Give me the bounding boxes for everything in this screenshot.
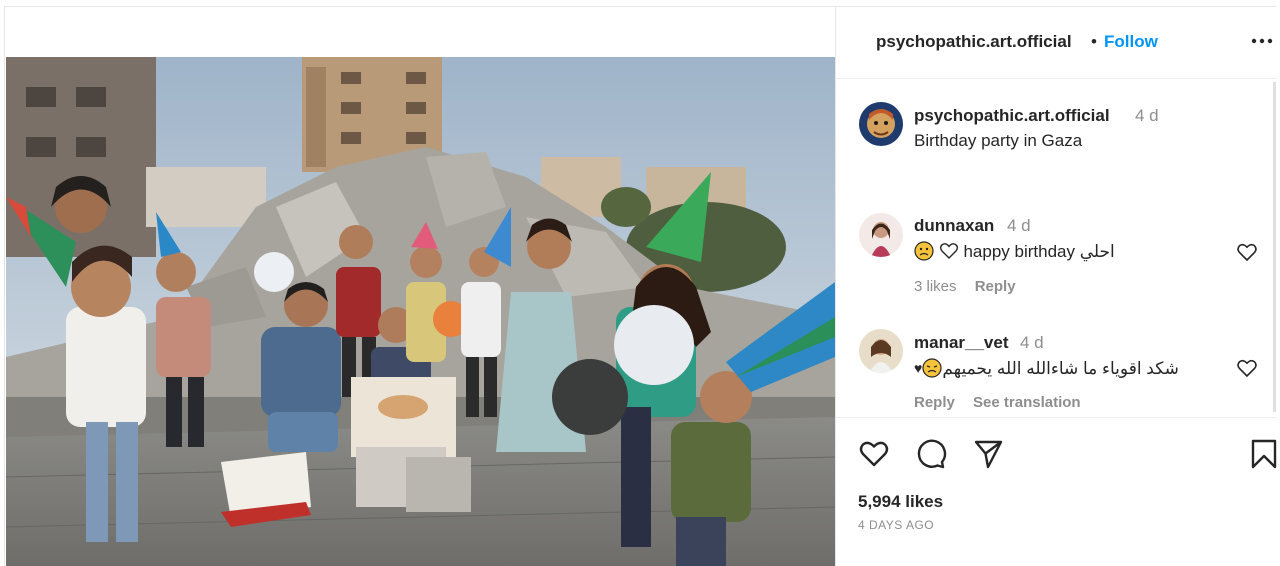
comment-icon[interactable] <box>915 438 947 470</box>
share-icon[interactable] <box>972 438 1004 470</box>
see-translation-button[interactable]: See translation <box>973 394 1081 411</box>
follow-button[interactable]: Follow <box>1104 32 1158 52</box>
comment-avatar[interactable] <box>859 329 903 373</box>
bookmark-icon[interactable] <box>1248 438 1280 470</box>
heart-icon[interactable] <box>1236 358 1258 378</box>
comment-time: 4 d <box>1007 216 1031 235</box>
instagram-post-window: psychopathic.art.official • Follow psych… <box>4 6 1278 566</box>
comment-likes[interactable]: 3 likes <box>914 278 957 295</box>
post-photo[interactable] <box>6 57 835 566</box>
comment-username[interactable]: manar__vet <box>914 333 1009 353</box>
caption-time: 4 d <box>1135 106 1159 125</box>
comments-list[interactable]: psychopathic.art.official 4 d Birthday p… <box>836 80 1278 416</box>
reply-button[interactable]: Reply <box>975 278 1016 295</box>
more-horizontal-icon[interactable] <box>1250 34 1274 48</box>
comment-username[interactable]: dunnaxan <box>914 216 994 236</box>
heart-outline-emoji-icon <box>939 243 958 259</box>
reply-button[interactable]: Reply <box>914 394 955 411</box>
black-heart-emoji-icon: ♥ <box>914 360 923 376</box>
caption-avatar[interactable] <box>859 102 903 146</box>
post-actions: 5,994 likes 4 DAYS AGO <box>836 417 1278 566</box>
post-header: psychopathic.art.official • Follow <box>836 7 1278 79</box>
comment-text: happy birthday احلي <box>914 241 1115 262</box>
post-sidebar: psychopathic.art.official • Follow psych… <box>835 7 1278 566</box>
comment-avatar[interactable] <box>859 213 903 257</box>
sad-face-emoji-icon <box>914 241 934 261</box>
comment-text-body: شكد اقوياء ما شاءالله الله يحميهم <box>942 359 1179 378</box>
heart-icon[interactable] <box>858 438 890 470</box>
caption-username[interactable]: psychopathic.art.official <box>914 106 1110 126</box>
comment-text-body: happy birthday احلي <box>963 242 1115 261</box>
likes-count[interactable]: 5,994 likes <box>858 492 943 512</box>
comment-meta: 3 likes Reply <box>914 278 1016 295</box>
comment-meta: Reply See translation <box>914 394 1081 411</box>
comments-scrollbar[interactable] <box>1273 82 1276 412</box>
post-date[interactable]: 4 DAYS AGO <box>858 518 934 532</box>
comment-text: ♥ شكد اقوياء ما شاءالله الله يحميهم <box>914 358 1179 379</box>
comment-time: 4 d <box>1020 333 1044 352</box>
caption-text: Birthday party in Gaza <box>914 131 1083 150</box>
header-username[interactable]: psychopathic.art.official <box>876 32 1072 52</box>
sad-face-emoji-icon <box>922 358 942 378</box>
heart-icon[interactable] <box>1236 242 1258 262</box>
media-area <box>5 7 835 566</box>
post-photo-illustration <box>6 57 835 566</box>
header-separator: • <box>1091 32 1097 51</box>
